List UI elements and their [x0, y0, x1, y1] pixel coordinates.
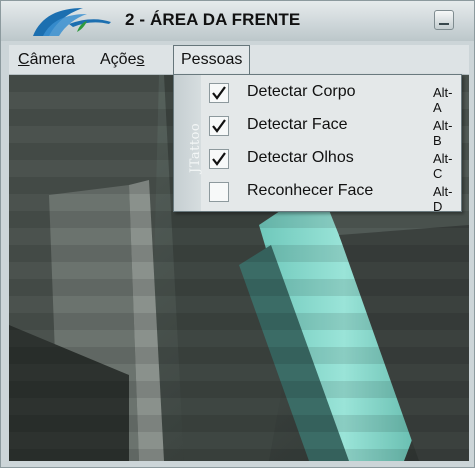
menu-camera-mnemonic: C [18, 51, 30, 68]
checkbox[interactable] [209, 149, 229, 169]
menu-item-accelerator: Alt-D [433, 184, 453, 214]
menu-acoes-mnemonic: s [136, 51, 145, 68]
menu-acoes[interactable]: Ações [93, 45, 151, 74]
menu-item-label: Reconhecer Face [247, 182, 374, 199]
window-title: 2 - ÁREA DA FRENTE [125, 10, 301, 29]
camera-window: 2 - ÁREA DA FRENTE Câmera Ações Pessoas [0, 0, 475, 468]
checkmark-icon [212, 152, 226, 166]
menu-camera-label: âmera [29, 51, 75, 68]
minimize-button[interactable] [434, 10, 454, 30]
app-logo-icon [33, 8, 111, 36]
checkbox[interactable] [209, 116, 229, 136]
menu-pessoas[interactable]: Pessoas [173, 45, 251, 75]
menu-pessoas-label: Pessoas [181, 51, 243, 68]
checkmark-icon [212, 119, 226, 133]
menu-camera[interactable]: Câmera [11, 45, 82, 74]
checkmark-icon [212, 86, 226, 100]
menu-item-label: Detectar Face [247, 116, 348, 133]
menu-item-label: Detectar Corpo [247, 83, 356, 100]
pessoas-dropdown-menu: JTattoo Detectar Corpo Alt-A Detectar Fa… [173, 74, 462, 214]
menu-item-reconhecer-face[interactable]: Reconhecer Face Alt-D [204, 176, 459, 214]
title-bar[interactable]: 2 - ÁREA DA FRENTE [1, 1, 474, 41]
menu-side-text: JTattoo [188, 122, 203, 173]
menu-item-detectar-corpo[interactable]: Detectar Corpo Alt-A [204, 77, 459, 115]
menu-acoes-label: Açõe [100, 51, 137, 68]
menu-bar: Câmera Ações Pessoas [9, 45, 469, 75]
checkbox[interactable] [209, 83, 229, 103]
menu-item-label: Detectar Olhos [247, 149, 354, 166]
minimize-icon [439, 23, 449, 25]
checkbox[interactable] [209, 182, 229, 202]
menu-item-detectar-olhos[interactable]: Detectar Olhos Alt-C [204, 143, 459, 181]
menu-item-detectar-face[interactable]: Detectar Face Alt-B [204, 110, 459, 148]
menu-side-strip: JTattoo [174, 75, 203, 211]
